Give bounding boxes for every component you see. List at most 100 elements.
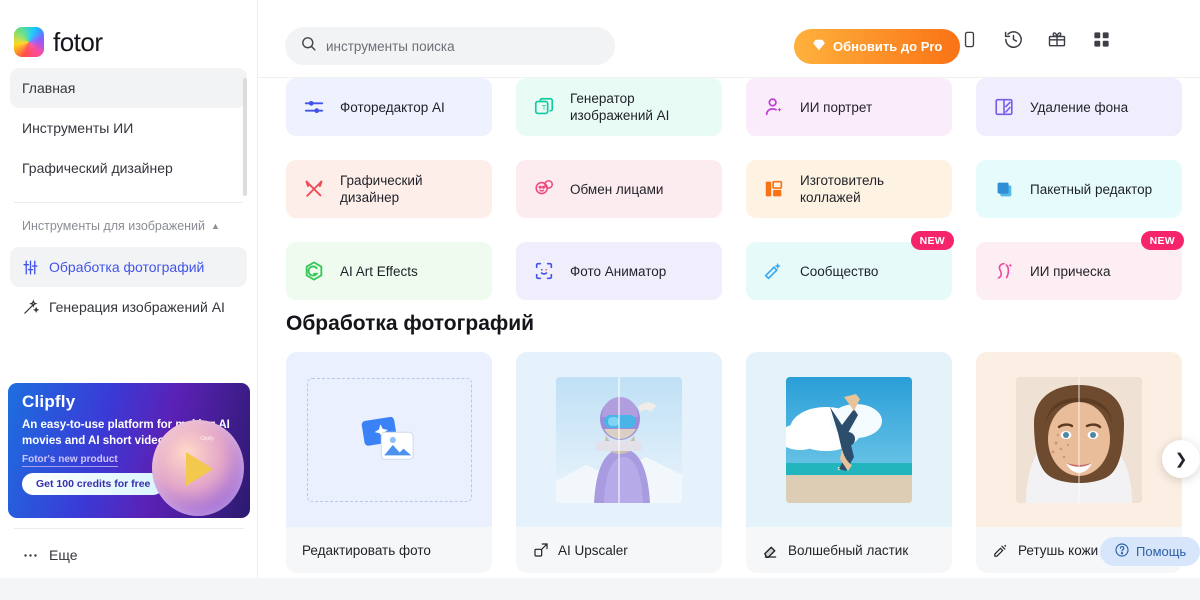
- chevron-right-icon: ❯: [1174, 451, 1188, 468]
- gallery-card-magic-eraser[interactable]: Волшебный ластик: [746, 352, 952, 573]
- play-icon: Clipfly: [152, 420, 244, 516]
- eraser-icon: [762, 542, 779, 559]
- promo-orb-tag: Clipfly: [200, 436, 214, 442]
- tool-card-ai-art-effects[interactable]: AI Art Effects: [286, 242, 492, 300]
- gallery-card-footer: AI Upscaler: [516, 527, 722, 573]
- tool-card-background-removal[interactable]: Удаление фона: [976, 78, 1182, 136]
- gallery-card-ai-upscaler[interactable]: AI Upscaler: [516, 352, 722, 573]
- beach-handstand-photo: [746, 352, 952, 527]
- bg-remove-icon: [992, 95, 1016, 119]
- tool-card-label: AI Art Effects: [340, 263, 418, 279]
- sidebar: fotor Главная Инструменты ИИ Графический…: [0, 0, 258, 578]
- skin-retouch-icon: [992, 542, 1009, 559]
- sidebar-item-label: Генерация изображений AI: [49, 299, 225, 315]
- magic-wand-icon: [22, 299, 39, 316]
- image-tools-nav: Обработка фотографий Генерация изображен…: [0, 241, 257, 327]
- tool-card-label: Удаление фона: [1030, 99, 1129, 115]
- ellipsis-icon: [22, 547, 39, 564]
- sidebar-item-label: Инструменты ИИ: [22, 120, 134, 136]
- brand-logo[interactable]: fotor: [0, 0, 257, 62]
- face-swap-icon: [532, 177, 556, 201]
- tool-card-label: Фоторедактор AI: [340, 99, 445, 115]
- sidebar-item-home[interactable]: Главная: [10, 68, 247, 108]
- fotor-logo-icon: [14, 27, 44, 57]
- tool-card-ai-portrait[interactable]: ИИ портрет: [746, 78, 952, 136]
- status-badge: NEW: [910, 231, 954, 250]
- history-icon[interactable]: [1002, 28, 1024, 50]
- dropzone[interactable]: [306, 377, 472, 502]
- carousel-next-button[interactable]: ❯: [1162, 440, 1200, 478]
- bottom-band: [0, 578, 1200, 600]
- collage-icon: [762, 177, 786, 201]
- sliders-icon: [302, 95, 326, 119]
- header-icon-group: [958, 28, 1112, 50]
- top-header: Обновить до Pro: [258, 0, 1200, 78]
- photo-editing-gallery: Редактировать фото AI Upscaler Волшебный…: [286, 352, 1182, 573]
- sliders-icon: [22, 259, 39, 276]
- sidebar-item-label: Еще: [49, 547, 78, 563]
- sidebar-item-ai-image-generation[interactable]: Генерация изображений AI: [10, 287, 247, 327]
- sidebar-item-label: Обработка фотографий: [49, 259, 205, 275]
- tool-card-community[interactable]: NEW Сообщество: [746, 231, 954, 300]
- upload-placeholder[interactable]: [286, 352, 492, 527]
- promo-link[interactable]: Fotor's new product: [22, 454, 118, 467]
- tool-card-photo-animator[interactable]: Фото Аниматор: [516, 242, 722, 300]
- sidebar-item-more[interactable]: Еще: [10, 535, 248, 575]
- tool-card-face-swap[interactable]: Обмен лицами: [516, 160, 722, 218]
- photo-animator-icon: [532, 259, 556, 283]
- beach-photo-art: [786, 376, 912, 503]
- tools-section: Фоторедактор AI T Генератор изображений …: [286, 78, 1200, 300]
- promo-cta-button[interactable]: Get 100 credits for free: [22, 473, 165, 495]
- gallery-card-label: Редактировать фото: [302, 542, 431, 558]
- gift-icon[interactable]: [1046, 28, 1068, 50]
- gallery-card-footer: Волшебный ластик: [746, 527, 952, 573]
- tool-card-collage-maker[interactable]: Изготовитель коллажей: [746, 160, 952, 218]
- sidebar-item-graphic-designer[interactable]: Графический дизайнер: [10, 148, 247, 188]
- tool-card-batch-editor[interactable]: Пакетный редактор: [976, 160, 1182, 218]
- chevron-up-icon: ▲: [211, 221, 220, 231]
- search-bar[interactable]: [285, 27, 615, 65]
- grid-apps-icon[interactable]: [1090, 28, 1112, 50]
- question-circle-icon: [1114, 542, 1130, 561]
- sidebar-item-photo-editing[interactable]: Обработка фотографий: [10, 247, 247, 287]
- gallery-card-label: AI Upscaler: [558, 542, 628, 558]
- tools-grid: Фоторедактор AI T Генератор изображений …: [286, 78, 1200, 300]
- sidebar-divider: [14, 202, 243, 203]
- sidebar-scrollbar[interactable]: [243, 78, 247, 196]
- page-title: Обработка фотографий: [286, 312, 535, 335]
- tool-card-label: ИИ портрет: [800, 99, 873, 115]
- clipfly-promo-banner[interactable]: Clipfly An easy-to-use platform for maki…: [8, 383, 250, 518]
- tool-card-label: Изготовитель коллажей: [800, 173, 884, 205]
- portrait-icon: [762, 95, 786, 119]
- gallery-card-edit-photo[interactable]: Редактировать фото: [286, 352, 492, 573]
- tool-card-label: Сообщество: [800, 263, 879, 279]
- upgrade-to-pro-button[interactable]: Обновить до Pro: [794, 29, 961, 64]
- sidebar-bottom-divider: [14, 528, 244, 529]
- search-input[interactable]: [326, 38, 600, 54]
- svg-text:T: T: [542, 103, 547, 112]
- primary-nav: Главная Инструменты ИИ Графический дизай…: [0, 62, 257, 188]
- tool-card-label: Фото Аниматор: [570, 263, 667, 279]
- design-tools-icon: [302, 177, 326, 201]
- tool-card-ai-image-generator[interactable]: T Генератор изображений AI: [516, 78, 722, 136]
- batch-edit-icon: [992, 177, 1016, 201]
- sidebar-item-label: Главная: [22, 80, 76, 96]
- mobile-icon[interactable]: [958, 28, 980, 50]
- tool-card-label: ИИ прическа: [1030, 263, 1111, 279]
- main-content: Фоторедактор AI T Генератор изображений …: [258, 78, 1200, 578]
- community-icon: [762, 259, 786, 283]
- tool-card-label: Генератор изображений AI: [570, 91, 670, 123]
- upload-image-icon: [361, 416, 414, 460]
- tool-card-label: Обмен лицами: [570, 181, 664, 197]
- upscale-icon: [532, 542, 549, 559]
- tool-card-graphic-designer[interactable]: Графический дизайнер: [286, 160, 492, 218]
- promo-title: Clipfly: [22, 392, 76, 411]
- tool-card-ai-hairstyle[interactable]: NEW ИИ прическа: [976, 231, 1184, 300]
- sidebar-group-image-tools[interactable]: Инструменты для изображений ▲: [0, 211, 257, 241]
- tool-card-label: Графический дизайнер: [340, 173, 423, 205]
- tool-card-photo-editor-ai[interactable]: Фоторедактор AI: [286, 78, 492, 136]
- sidebar-item-ai-tools[interactable]: Инструменты ИИ: [10, 108, 247, 148]
- tool-card-label: Пакетный редактор: [1030, 181, 1153, 197]
- help-widget[interactable]: Помощь: [1100, 537, 1200, 566]
- sidebar-item-label: Графический дизайнер: [22, 160, 173, 176]
